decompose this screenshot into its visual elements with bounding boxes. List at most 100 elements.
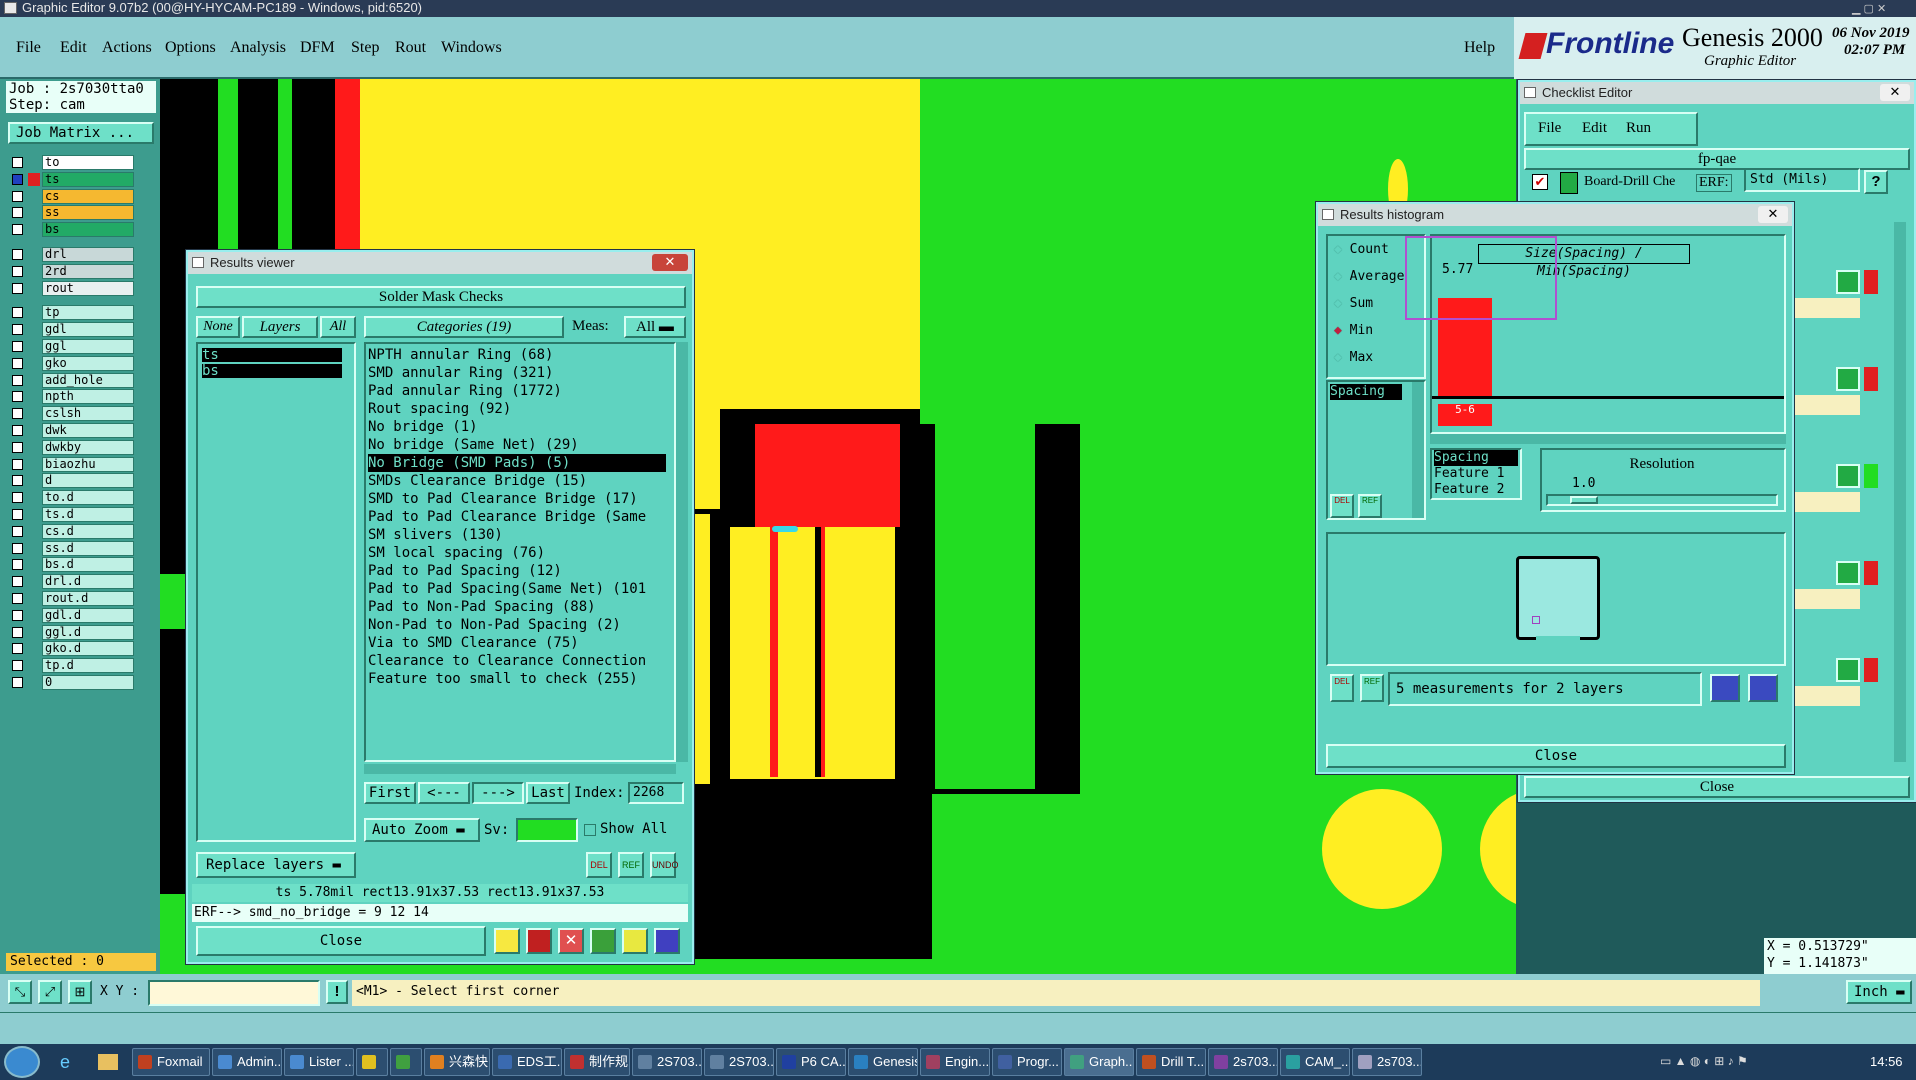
taskbar-item[interactable]: Admin... — [212, 1048, 282, 1076]
zoom-icon[interactable] — [1836, 270, 1860, 294]
category-item[interactable]: Pad to Pad Spacing(Same Net) (101 — [368, 580, 666, 598]
close-icon[interactable]: ✕ — [1758, 206, 1788, 223]
category-item[interactable]: Feature too small to check (255) — [368, 670, 666, 688]
layer-row-gdl[interactable]: gdl — [8, 322, 134, 338]
layer-checkbox[interactable] — [12, 157, 23, 168]
menu-actions[interactable]: Actions — [102, 39, 152, 57]
layer-row-d[interactable]: d — [8, 473, 134, 489]
category-item[interactable]: Rout spacing (92) — [368, 400, 666, 418]
check-row-label[interactable]: Board-Drill Che — [1584, 174, 1675, 190]
layer-checkbox[interactable] — [12, 190, 23, 202]
check-checkbox[interactable]: ✔ — [1532, 174, 1548, 190]
grid-icon[interactable]: ⊞ — [68, 980, 92, 1004]
start-button[interactable] — [4, 1046, 40, 1078]
chart-export-icon[interactable] — [1748, 674, 1778, 702]
units-select[interactable]: Inch ▬ — [1846, 980, 1912, 1004]
layer-row-npth[interactable]: npth — [8, 389, 134, 405]
layer-checkbox[interactable] — [12, 492, 23, 504]
layer-row-rout.d[interactable]: rout.d — [8, 591, 134, 606]
taskbar-item[interactable]: 制作规... — [564, 1048, 630, 1076]
checklist-menu-edit[interactable]: Edit — [1582, 120, 1607, 137]
layer-row-bs[interactable]: bs — [8, 222, 134, 238]
category-hscrollbar[interactable] — [364, 764, 676, 774]
layer-checkbox[interactable] — [12, 265, 23, 277]
folder-icon[interactable] — [98, 1054, 118, 1070]
report-icon[interactable] — [622, 928, 648, 954]
category-item[interactable]: Pad annular Ring (1772) — [368, 382, 666, 400]
replace-layers-select[interactable]: Replace layers ▬ — [196, 852, 356, 878]
taskbar-item[interactable]: EDS工... — [492, 1048, 562, 1076]
layer-checkbox[interactable] — [12, 391, 23, 403]
layer-checkbox[interactable] — [12, 425, 23, 436]
taskbar-item[interactable]: 兴森快... — [424, 1048, 490, 1076]
window-controls[interactable]: ▁ ▢ ✕ — [1852, 1, 1912, 15]
scrollbar[interactable] — [1412, 382, 1424, 518]
category-item[interactable]: No Bridge (SMD Pads) (5) — [368, 454, 666, 472]
sv-color-select[interactable] — [516, 818, 578, 842]
category-item[interactable]: NPTH annular Ring (68) — [368, 346, 666, 364]
menu-help[interactable]: Help — [1464, 39, 1495, 57]
taskbar-item[interactable]: Progr... — [992, 1048, 1062, 1076]
ref-icon[interactable]: REF — [618, 852, 644, 878]
layer-checkbox[interactable] — [12, 509, 23, 520]
layer-row-bs.d[interactable]: bs.d — [8, 557, 134, 573]
layer-row-add_hole[interactable]: add_hole — [8, 372, 134, 388]
job-matrix-button[interactable]: Job Matrix ... — [8, 122, 154, 144]
layer-checkbox[interactable] — [12, 458, 23, 470]
layer-row-2rd[interactable]: 2rd — [8, 263, 134, 279]
menu-edit[interactable]: Edit — [60, 39, 87, 57]
zoom-area-icon[interactable]: ⤡ — [8, 980, 32, 1004]
layer-checkbox[interactable] — [12, 408, 23, 420]
histogram-close-button[interactable]: Close — [1326, 744, 1786, 768]
menu-options[interactable]: Options — [165, 39, 216, 57]
layer-row-ss.d[interactable]: ss.d — [8, 540, 134, 556]
undo-icon[interactable]: UNDO — [650, 852, 679, 878]
option-average[interactable]: ◆ Average — [1334, 269, 1404, 287]
del-icon[interactable]: DEL — [586, 852, 612, 878]
category-item[interactable]: SM slivers (130) — [368, 526, 666, 544]
taskbar-item[interactable]: Engin... — [920, 1048, 990, 1076]
all-layers-button[interactable]: All — [320, 316, 356, 338]
layer-checkbox[interactable] — [12, 224, 23, 236]
category-list-box[interactable]: NPTH annular Ring (68) SMD annular Ring (… — [364, 342, 676, 762]
layer-row-ggl.d[interactable]: ggl.d — [8, 624, 134, 640]
list-item[interactable]: Spacing — [1330, 384, 1402, 400]
checklist-menu-file[interactable]: File — [1538, 120, 1561, 137]
first-button[interactable]: First — [364, 782, 416, 804]
category-item[interactable]: No bridge (1) — [368, 418, 666, 436]
menu-analysis[interactable]: Analysis — [230, 39, 286, 57]
prev-button[interactable]: <--- — [418, 782, 470, 804]
category-item[interactable]: SMDs Clearance Bridge (15) — [368, 472, 666, 490]
taskbar-item[interactable]: Graph... — [1064, 1048, 1134, 1076]
taskbar-item[interactable]: Lister ... — [284, 1048, 354, 1076]
layer-checkbox[interactable] — [12, 559, 23, 571]
layer-row-ggl[interactable]: ggl — [8, 339, 134, 354]
checklist-scrollbar[interactable] — [1894, 222, 1906, 762]
menu-windows[interactable]: Windows — [441, 39, 502, 57]
layer-row-tp[interactable]: tp — [8, 305, 134, 321]
record-icon[interactable] — [526, 928, 552, 954]
layer-row-dwkby[interactable]: dwkby — [8, 439, 134, 455]
close-button[interactable]: Close — [196, 926, 486, 956]
last-button[interactable]: Last — [526, 782, 570, 804]
radio-diamond-icon[interactable]: ◆ — [1334, 242, 1350, 257]
taskbar-item[interactable]: Genesis — [848, 1048, 918, 1076]
layer-checkbox[interactable] — [12, 660, 23, 672]
resolution-slider[interactable] — [1546, 494, 1778, 506]
zoom-icon[interactable] — [1836, 561, 1860, 585]
list-item[interactable]: ts — [202, 348, 342, 362]
layer-row-ts[interactable]: ts — [8, 171, 134, 187]
layer-checkbox[interactable] — [12, 357, 23, 369]
taskbar-item[interactable]: P6 CA... — [776, 1048, 846, 1076]
menu-file[interactable]: File — [16, 39, 41, 57]
taskbar-item[interactable]: 2S703... — [704, 1048, 774, 1076]
layer-checkbox[interactable] — [12, 324, 23, 336]
error-highlight-marker[interactable] — [772, 526, 798, 532]
category-item[interactable]: Via to SMD Clearance (75) — [368, 634, 666, 652]
show-all-checkbox[interactable] — [584, 824, 596, 836]
layer-checkbox[interactable] — [12, 609, 23, 621]
checklist-menu-run[interactable]: Run — [1626, 120, 1651, 137]
taskbar-item[interactable]: Drill T... — [1136, 1048, 1206, 1076]
chart-icon[interactable] — [1710, 674, 1740, 702]
histogram-icon[interactable] — [654, 928, 680, 954]
